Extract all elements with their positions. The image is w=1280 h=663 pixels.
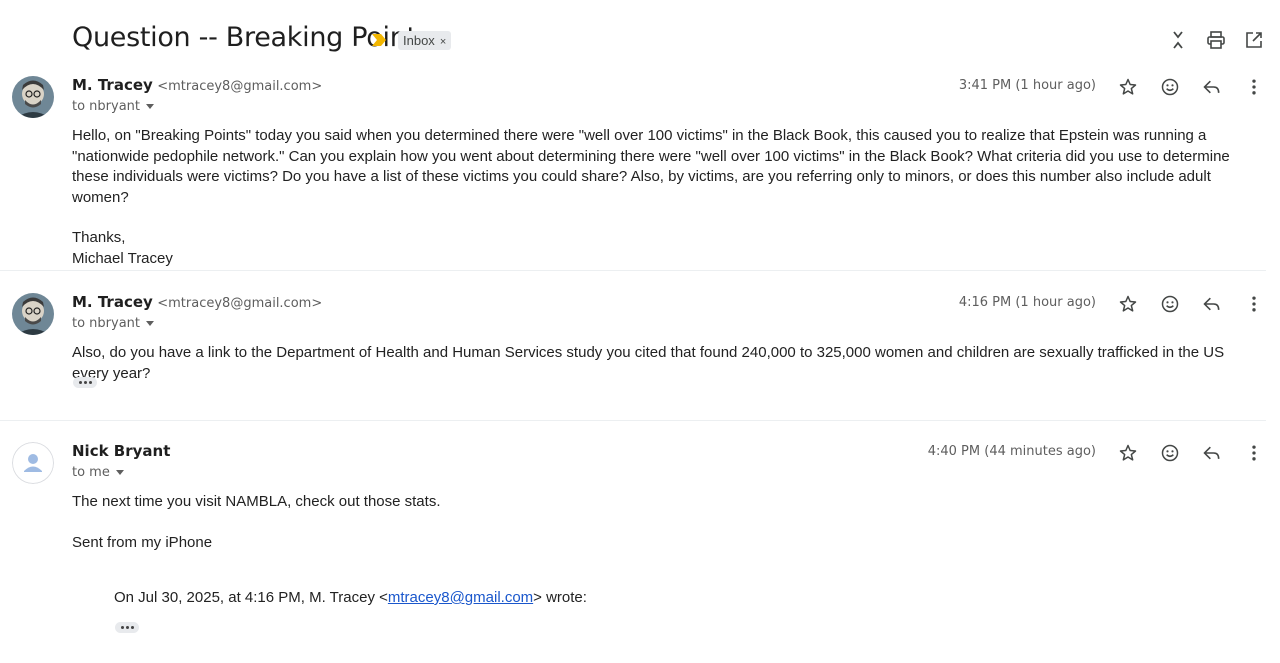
open-new-window-icon[interactable] bbox=[1243, 29, 1265, 51]
recipient-text: to me bbox=[72, 465, 110, 480]
show-details-icon[interactable] bbox=[115, 470, 124, 475]
recipient-text: to nbryant bbox=[72, 316, 141, 331]
add-reaction-icon[interactable] bbox=[1159, 442, 1181, 464]
message-body: Hello, on "Breaking Points" today you sa… bbox=[72, 126, 1257, 270]
avatar[interactable] bbox=[12, 293, 54, 335]
message-divider bbox=[0, 270, 1266, 271]
more-options-icon[interactable] bbox=[1243, 442, 1265, 464]
avatar[interactable] bbox=[12, 442, 54, 484]
message-divider bbox=[0, 420, 1266, 421]
more-options-icon[interactable] bbox=[1243, 293, 1265, 315]
show-quoted-text-button[interactable] bbox=[115, 622, 139, 633]
signature: Sent from my iPhone bbox=[72, 533, 213, 551]
important-marker-icon[interactable] bbox=[371, 33, 387, 47]
add-reaction-icon[interactable] bbox=[1159, 293, 1181, 315]
sender[interactable]: Nick Bryant bbox=[72, 442, 170, 461]
body-paragraph: Also, do you have a link to the Departme… bbox=[72, 344, 1225, 382]
reply-icon[interactable] bbox=[1201, 76, 1223, 98]
recipient-line[interactable]: to me bbox=[72, 465, 124, 480]
recipient-line[interactable]: to nbryant bbox=[72, 316, 155, 331]
sender[interactable]: M. Tracey <mtracey8@gmail.com> bbox=[72, 76, 322, 95]
avatar[interactable] bbox=[12, 76, 54, 118]
closing-thanks: Thanks, bbox=[72, 229, 126, 247]
message-time: 3:41 PM (1 hour ago) bbox=[958, 78, 1096, 93]
collapse-all-icon[interactable] bbox=[1167, 29, 1189, 51]
star-icon[interactable] bbox=[1117, 442, 1139, 464]
thread-header: Question -- Breaking Points Inbox × bbox=[0, 0, 1280, 76]
print-icon[interactable] bbox=[1205, 29, 1227, 51]
message-time: 4:40 PM (44 minutes ago) bbox=[927, 444, 1096, 459]
sender[interactable]: M. Tracey <mtracey8@gmail.com> bbox=[72, 293, 322, 312]
label-chip-text: Inbox bbox=[403, 33, 435, 48]
sender-email: <mtracey8@gmail.com> bbox=[157, 79, 323, 94]
reply-icon[interactable] bbox=[1201, 293, 1223, 315]
more-options-icon[interactable] bbox=[1243, 76, 1265, 98]
inbox-label-chip: Inbox × bbox=[398, 31, 452, 50]
show-details-icon[interactable] bbox=[146, 321, 155, 326]
sender-name: M. Tracey bbox=[72, 293, 153, 311]
remove-label-icon[interactable]: × bbox=[440, 36, 446, 48]
sender-email: <mtracey8@gmail.com> bbox=[157, 296, 323, 311]
sender-name: Nick Bryant bbox=[72, 442, 171, 460]
sender-name: M. Tracey bbox=[72, 76, 153, 94]
body-paragraph: The next time you visit NAMBLA, check ou… bbox=[72, 493, 441, 510]
message-body: Also, do you have a link to the Departme… bbox=[72, 343, 1257, 384]
message-time: 4:16 PM (1 hour ago) bbox=[958, 295, 1096, 310]
reply-icon[interactable] bbox=[1201, 442, 1223, 464]
star-icon[interactable] bbox=[1117, 76, 1139, 98]
body-paragraph: Hello, on "Breaking Points" today you sa… bbox=[72, 127, 1230, 206]
star-icon[interactable] bbox=[1117, 293, 1139, 315]
recipient-line[interactable]: to nbryant bbox=[72, 99, 155, 114]
closing-name: Michael Tracey bbox=[72, 249, 173, 267]
show-trimmed-content-button[interactable] bbox=[73, 377, 97, 388]
show-details-icon[interactable] bbox=[146, 104, 155, 109]
message-body: The next time you visit NAMBLA, check ou… bbox=[72, 492, 1257, 553]
quoted-attribution: On Jul 30, 2025, at 4:16 PM, M. Tracey <… bbox=[114, 588, 1254, 609]
add-reaction-icon[interactable] bbox=[1159, 76, 1181, 98]
recipient-text: to nbryant bbox=[72, 99, 141, 114]
quoted-sender-email-link[interactable]: mtracey8@gmail.com bbox=[388, 589, 533, 606]
quote-prefix: On Jul 30, 2025, at 4:16 PM, M. Tracey < bbox=[114, 589, 388, 606]
quote-suffix: > wrote: bbox=[533, 589, 587, 606]
